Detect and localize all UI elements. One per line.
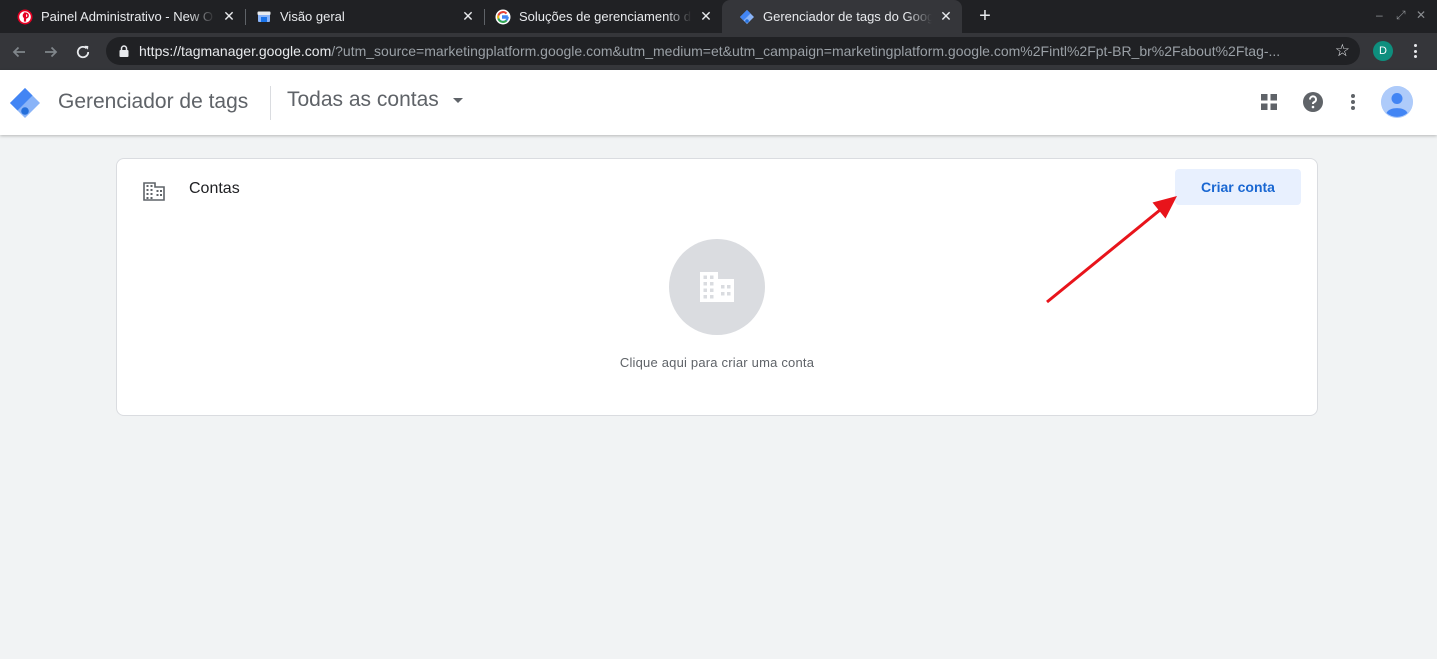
browser-toolbar: https://tagmanager.google.com/?utm_sourc… (0, 33, 1437, 70)
browser-tab-strip: Painel Administrativo - New O ✕ Visão ge… (0, 0, 1437, 33)
more-options-icon[interactable] (1341, 90, 1365, 114)
close-icon[interactable]: ✕ (221, 8, 237, 25)
browser-tab[interactable]: Soluções de gerenciamento d ✕ (478, 0, 722, 33)
tab-title: Visão geral (280, 9, 345, 24)
close-icon[interactable]: ✕ (460, 8, 476, 25)
tab-title: Painel Administrativo - New O (41, 9, 213, 24)
reload-icon (76, 45, 90, 59)
apps-grid-icon[interactable] (1257, 90, 1281, 114)
url-text: https://tagmanager.google.com/?utm_sourc… (139, 43, 1319, 59)
browser-tab[interactable]: Painel Administrativo - New O ✕ (0, 0, 245, 33)
product-name[interactable]: Gerenciador de tags (58, 90, 248, 114)
browser-tab[interactable]: Visão geral ✕ (239, 0, 484, 33)
browser-tab-active[interactable]: Gerenciador de tags do Goog ✕ (722, 0, 962, 33)
browser-menu-icon[interactable] (1408, 41, 1422, 61)
url-host: https://tagmanager.google.com (139, 43, 332, 59)
maximize-icon[interactable]: ⤢ (1396, 8, 1406, 23)
window-close-icon[interactable]: ✕ (1416, 8, 1426, 22)
tag-manager-logo-icon[interactable] (9, 87, 41, 119)
building-icon (143, 182, 165, 201)
create-account-placeholder[interactable] (669, 239, 765, 335)
tab-title: Gerenciador de tags do Goog (763, 9, 932, 24)
minimize-icon[interactable]: – (1376, 8, 1383, 22)
bookmark-star-icon[interactable]: ☆ (1335, 42, 1350, 60)
account-selector[interactable]: Todas as contas (287, 88, 463, 112)
account-selector-label: Todas as contas (287, 88, 439, 111)
back-arrow-icon (12, 46, 25, 58)
help-icon[interactable] (1301, 90, 1325, 114)
reload-button[interactable] (71, 40, 95, 64)
pinterest-icon (17, 9, 33, 25)
dropdown-arrow-icon (452, 97, 463, 103)
card-title: Contas (189, 180, 240, 197)
google-g-icon (495, 9, 511, 25)
forward-arrow-icon (45, 46, 58, 58)
back-button[interactable] (7, 40, 31, 64)
person-icon (1381, 86, 1413, 118)
lock-icon (119, 45, 129, 57)
tag-manager-icon (739, 9, 755, 25)
create-account-button[interactable]: Criar conta (1175, 169, 1301, 205)
tab-title: Soluções de gerenciamento d (519, 9, 692, 24)
forward-button[interactable] (39, 40, 63, 64)
browser-profile-avatar[interactable]: D (1373, 41, 1393, 61)
url-path: /?utm_source=marketingplatform.google.co… (331, 43, 1281, 59)
user-avatar[interactable] (1381, 86, 1413, 118)
building-icon (700, 272, 734, 302)
empty-state-text[interactable]: Clique aqui para criar uma conta (117, 355, 1317, 370)
header-divider (270, 86, 271, 120)
address-bar[interactable]: https://tagmanager.google.com/?utm_sourc… (106, 37, 1360, 65)
close-icon[interactable]: ✕ (938, 8, 954, 25)
app-header: Gerenciador de tags Todas as contas (0, 70, 1437, 135)
accounts-card: Contas Criar conta Clique aqui para cria… (116, 158, 1318, 416)
store-icon (256, 9, 272, 25)
close-icon[interactable]: ✕ (698, 8, 714, 25)
new-tab-button[interactable]: + (975, 6, 995, 26)
